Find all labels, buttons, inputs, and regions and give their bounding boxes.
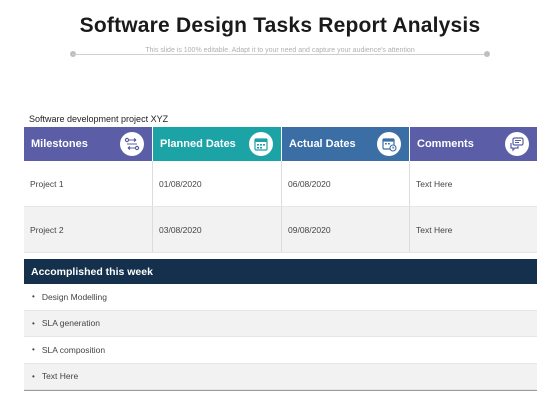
list-item: • Design Modelling — [24, 284, 537, 311]
list-item-text: Text Here — [41, 371, 79, 382]
workflow-icon — [120, 132, 144, 156]
actual-date-cell: 09/08/2020 — [281, 207, 409, 252]
header-label: Planned Dates — [160, 138, 236, 150]
planned-date-cell: 03/08/2020 — [152, 207, 281, 252]
calendar-icon — [249, 132, 273, 156]
bullet: • — [32, 345, 35, 355]
slide-title: Software Design Tasks Report Analysis — [79, 14, 481, 37]
bullet: • — [32, 371, 35, 381]
accomplished-week-heading: Accomplished this week — [24, 259, 537, 284]
list-item-text: SLA generation — [41, 318, 100, 329]
table-row: Project 2 03/08/2020 09/08/2020 Text Her… — [24, 207, 537, 253]
header-actual-dates: Actual Dates — [281, 127, 409, 161]
list-item-text: Design Modelling — [41, 291, 108, 302]
subtitle-text: This slide is 100% editable. Adapt it to… — [139, 47, 421, 54]
comment-cell: Text Here — [409, 161, 537, 206]
actual-date-cell: 06/08/2020 — [281, 161, 409, 206]
list-item: • Text Here — [24, 363, 537, 390]
table-header-row: Milestones Planned Dates Actual Dates Co… — [24, 127, 537, 161]
table-row: Project 1 01/08/2020 06/08/2020 Text Her… — [24, 161, 537, 207]
header-label: Comments — [417, 138, 474, 150]
header-label: Actual Dates — [289, 138, 356, 150]
chat-bubbles-icon — [505, 132, 529, 156]
list-item: • SLA composition — [24, 337, 537, 364]
accomplished-week-list: • Design Modelling • SLA generation • SL… — [24, 284, 537, 391]
comment-cell: Text Here — [409, 207, 537, 252]
header-milestones: Milestones — [24, 127, 152, 161]
list-item: • SLA generation — [24, 310, 537, 337]
bullet: • — [32, 292, 35, 302]
planned-date-cell: 01/08/2020 — [152, 161, 281, 206]
milestones-table: Milestones Planned Dates Actual Dates Co… — [24, 127, 537, 253]
subtitle-rule — [72, 54, 488, 55]
header-planned-dates: Planned Dates — [152, 127, 281, 161]
milestone-cell: Project 1 — [30, 178, 64, 189]
project-label: Software development project XYZ — [29, 114, 169, 124]
calendar-check-icon — [377, 132, 401, 156]
header-label: Milestones — [31, 138, 88, 150]
milestone-cell: Project 2 — [30, 224, 64, 235]
header-comments: Comments — [409, 127, 537, 161]
bottom-rule — [24, 390, 537, 391]
list-item-text: SLA composition — [41, 344, 106, 355]
bullet: • — [32, 318, 35, 328]
slide-subtitle: This slide is 100% editable. Adapt it to… — [0, 47, 560, 54]
